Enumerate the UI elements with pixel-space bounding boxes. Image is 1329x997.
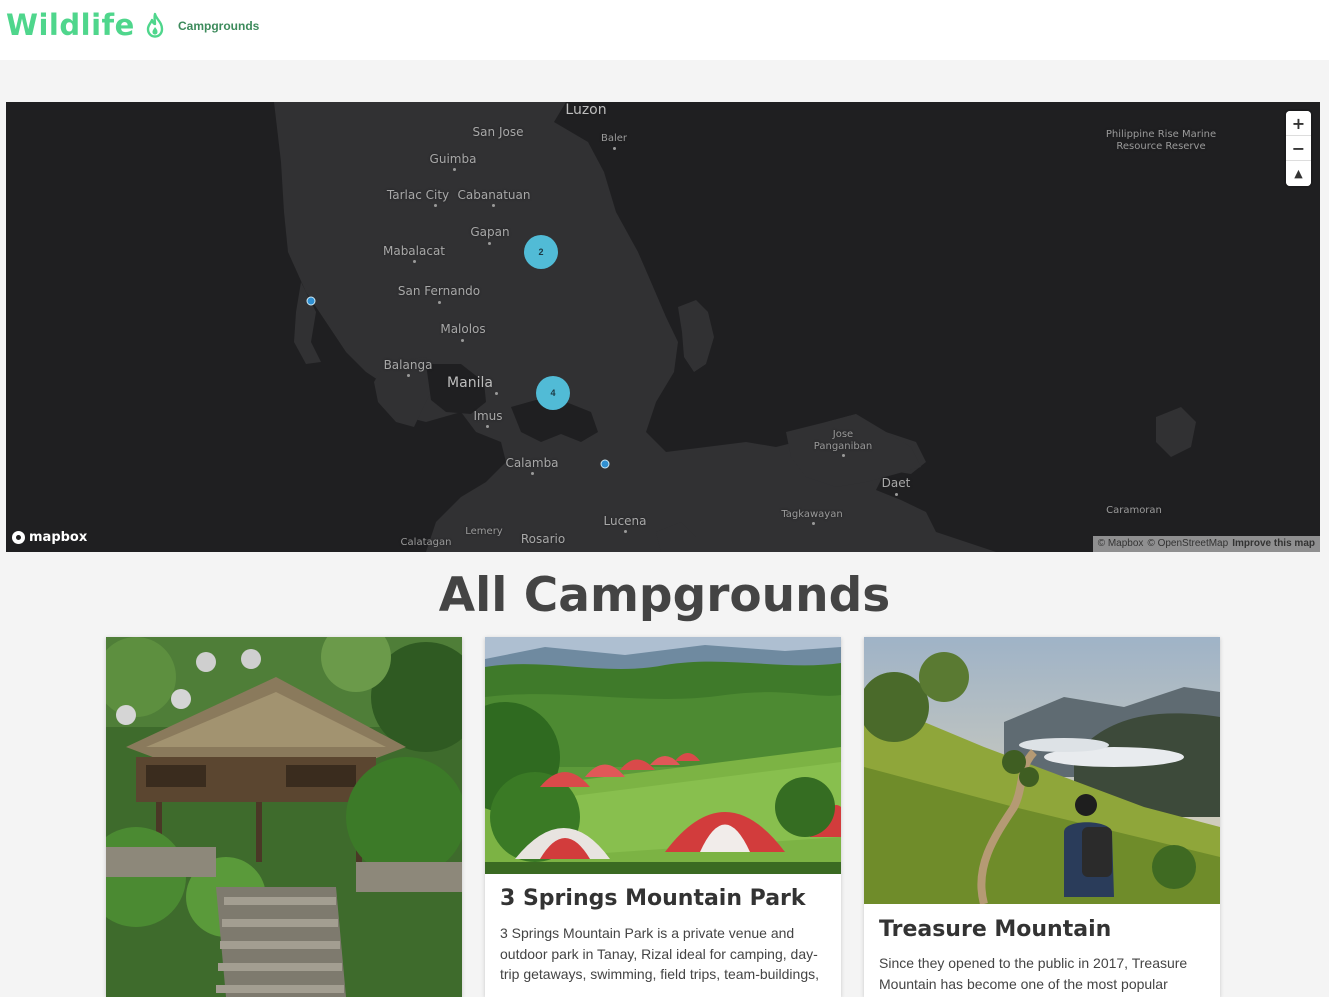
place-label-reserve: Philippine Rise Marine Resource Reserve xyxy=(1106,129,1216,153)
town-dot xyxy=(613,147,616,150)
brand-logo[interactable]: Wildlife xyxy=(6,8,165,42)
zoom-in-button[interactable]: + xyxy=(1286,111,1311,136)
mapbox-attribution-link[interactable]: © Mapbox xyxy=(1098,536,1144,552)
town-dot xyxy=(453,168,456,171)
cluster-map[interactable]: Luzon San Jose Baler Guimba Tarlac City … xyxy=(6,102,1320,552)
town-dot xyxy=(624,530,627,533)
town-dot xyxy=(895,493,898,496)
place-label: Calatagan xyxy=(400,537,452,548)
place-label: Luzon xyxy=(565,102,607,118)
place-label: Rosario xyxy=(520,532,566,546)
navbar: Wildlife Campgrounds xyxy=(0,0,1329,60)
town-dot xyxy=(492,204,495,207)
osm-attribution-link[interactable]: © OpenStreetMap xyxy=(1147,536,1228,552)
town-dot xyxy=(413,260,416,263)
place-label-line: Jose xyxy=(832,429,854,440)
map-point[interactable] xyxy=(600,459,610,469)
compass-button[interactable]: ▲ xyxy=(1286,161,1311,186)
town-dot xyxy=(434,204,437,207)
campground-image xyxy=(864,637,1220,904)
town-dot xyxy=(407,374,410,377)
place-label: Imus xyxy=(473,409,503,423)
place-label: San Jose xyxy=(472,125,524,139)
town-dot xyxy=(488,242,491,245)
campground-card[interactable]: Treasure Mountain Since they opened to t… xyxy=(864,637,1220,997)
campground-description: 3 Springs Mountain Park is a private ven… xyxy=(500,925,820,982)
place-label: Guimba xyxy=(429,152,477,166)
place-label: Malolos xyxy=(440,322,486,336)
mapbox-wordmark: mapbox xyxy=(29,530,88,545)
place-label-jose-panganiban: Jose Panganiban xyxy=(814,429,872,453)
place-label: Gapan xyxy=(470,225,510,239)
place-label: Manila xyxy=(447,375,493,391)
zoom-out-button[interactable]: − xyxy=(1286,136,1311,161)
map-land xyxy=(274,102,1196,552)
page-title: All Campgrounds xyxy=(438,568,891,623)
town-dot xyxy=(812,522,815,525)
place-label: Lucena xyxy=(603,514,647,528)
town-dot xyxy=(842,454,845,457)
map-point[interactable] xyxy=(306,296,316,306)
campground-image xyxy=(106,637,462,997)
town-dot xyxy=(486,425,489,428)
town-dot xyxy=(495,392,498,395)
town-dot xyxy=(461,339,464,342)
town-dot xyxy=(438,301,441,304)
map-cluster[interactable]: 4 xyxy=(536,376,570,410)
mapbox-icon xyxy=(12,531,25,544)
place-label: Balanga xyxy=(383,358,433,372)
place-label-line: Panganiban xyxy=(813,441,873,452)
flame-icon xyxy=(146,12,163,38)
place-label: Lemery xyxy=(465,526,503,537)
place-label: Tagkawayan xyxy=(781,509,843,520)
place-label: Tarlac City xyxy=(386,188,450,202)
nav-link-campgrounds[interactable]: Campgrounds xyxy=(178,19,259,33)
map-attribution: © Mapbox © OpenStreetMap Improve this ma… xyxy=(1092,536,1320,552)
campground-card[interactable]: 3 Springs Mountain Park 3 Springs Mounta… xyxy=(485,637,841,997)
campground-title: Treasure Mountain xyxy=(879,917,1112,942)
town-dot xyxy=(531,472,534,475)
mapbox-logo[interactable]: mapbox xyxy=(12,530,87,545)
campground-title: 3 Springs Mountain Park xyxy=(500,886,806,911)
campground-image xyxy=(485,637,841,874)
place-label: Baler xyxy=(600,133,628,144)
place-label: Daet xyxy=(881,476,911,490)
map-cluster[interactable]: 2 xyxy=(524,235,558,269)
campground-description: Since they opened to the public in 2017,… xyxy=(879,955,1188,992)
place-label: Calamba xyxy=(505,456,559,470)
place-label: San Fernando xyxy=(397,284,481,298)
improve-map-link[interactable]: Improve this map xyxy=(1232,536,1315,552)
place-label-line: Resource Reserve xyxy=(1116,141,1206,152)
place-label: Caramoran xyxy=(1106,505,1162,516)
place-label: Cabanatuan xyxy=(457,188,531,202)
place-label-line: Philippine Rise Marine xyxy=(1105,129,1217,140)
campground-card[interactable] xyxy=(106,637,462,997)
brand-name: Wildlife xyxy=(6,8,135,42)
map-navigation-control: + − ▲ xyxy=(1286,111,1311,186)
place-label: Mabalacat xyxy=(382,244,446,258)
